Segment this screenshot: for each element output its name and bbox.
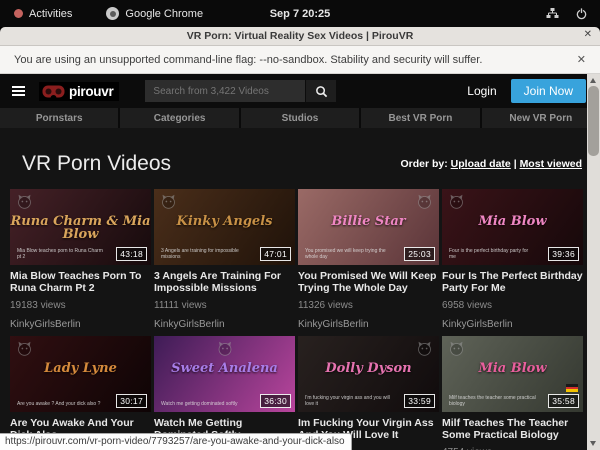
- studio-cat-watermark-icon: [416, 340, 433, 362]
- main-nav: PornstarsCategoriesStudiosBest VR PornNe…: [0, 108, 600, 128]
- scrollbar[interactable]: [587, 74, 600, 450]
- browser-title-bar: VR Porn: Virtual Reality Sex Videos | Pi…: [0, 27, 600, 46]
- video-title-link[interactable]: Mia Blow Teaches Porn To Runa Charm Pt 2: [10, 270, 151, 294]
- studio-cat-watermark-icon: [16, 340, 33, 362]
- video-thumbnail[interactable]: Mia Blow Four is the perfect birthday par…: [442, 189, 583, 265]
- warning-close-icon[interactable]: ✕: [577, 53, 586, 66]
- thumbnail-performer-name: Runa Charm & Mia Blow: [10, 215, 151, 241]
- page-title: VR Porn Videos: [22, 152, 171, 176]
- thumbnail-performer-name: Sweet Analena: [154, 362, 295, 375]
- search-input[interactable]: [145, 80, 305, 102]
- thumbnail-caption: Milf teaches the teacher some practical …: [449, 395, 536, 407]
- view-count: 19183 views: [10, 300, 151, 311]
- thumbnail-performer-name: Mia Blow: [442, 215, 583, 228]
- thumbnail-caption: Mia Blow teaches porn to Runa Charm pt 2: [17, 248, 104, 260]
- nav-item-new-vr-porn[interactable]: New VR Porn: [482, 108, 600, 128]
- order-separator: |: [514, 158, 517, 170]
- nav-item-studios[interactable]: Studios: [241, 108, 359, 128]
- thumbnail-caption: You promised we will keep trying the who…: [305, 248, 392, 260]
- duration-badge: 43:18: [116, 247, 147, 261]
- video-title-link[interactable]: Four Is The Perfect Birthday Party For M…: [442, 270, 583, 294]
- thumbnail-performer-name: Kinky Angels: [154, 215, 295, 228]
- join-now-button[interactable]: Join Now: [511, 79, 586, 103]
- search-icon: [315, 85, 328, 98]
- warning-text: You are using an unsupported command-lin…: [14, 54, 482, 66]
- studio-link[interactable]: KinkyGirlsBerlin: [442, 319, 583, 330]
- clock[interactable]: Sep 7 20:25: [0, 8, 600, 20]
- studio-cat-watermark-icon: [16, 193, 33, 215]
- duration-badge: 35:58: [548, 394, 579, 408]
- thumbnail-caption: Four is the perfect birthday party for m…: [449, 248, 536, 260]
- view-count: 11111 views: [154, 300, 295, 311]
- duration-badge: 25:03: [404, 247, 435, 261]
- menu-hamburger-icon[interactable]: [12, 86, 25, 96]
- studio-link[interactable]: KinkyGirlsBerlin: [154, 319, 295, 330]
- studio-cat-watermark-icon: [448, 193, 465, 215]
- video-title-link[interactable]: Milf Teaches The Teacher Some Practical …: [442, 417, 583, 441]
- video-grid: Runa Charm & Mia Blow Mia Blow teaches po…: [10, 189, 583, 450]
- search-button[interactable]: [306, 80, 336, 102]
- duration-badge: 36:30: [260, 394, 291, 408]
- logo-text: pirouvr: [69, 84, 113, 99]
- duration-badge: 47:01: [260, 247, 291, 261]
- thumbnail-caption: I'm fucking your virgin ass and you will…: [305, 395, 392, 407]
- video-card[interactable]: Mia Blow Four is the perfect birthday par…: [442, 189, 583, 336]
- thumbnail-performer-name: Mia Blow: [442, 362, 583, 375]
- site-logo[interactable]: pirouvr: [39, 82, 119, 101]
- nav-item-categories[interactable]: Categories: [120, 108, 238, 128]
- video-thumbnail[interactable]: Dolly Dyson I'm fucking your virgin ass a…: [298, 336, 439, 412]
- nav-item-best-vr-porn[interactable]: Best VR Porn: [361, 108, 479, 128]
- video-thumbnail[interactable]: Mia Blow Milf teaches the teacher some pr…: [442, 336, 583, 412]
- thumbnail-performer-name: Dolly Dyson: [298, 362, 439, 375]
- studio-cat-watermark-icon: [416, 193, 433, 215]
- order-by-controls: Order by: Upload date | Most viewed: [400, 158, 582, 170]
- view-count: 6958 views: [442, 300, 583, 311]
- unsupported-flag-warning-bar: You are using an unsupported command-lin…: [0, 46, 600, 74]
- window-title: VR Porn: Virtual Reality Sex Videos | Pi…: [187, 30, 414, 42]
- scroll-up-icon[interactable]: [590, 78, 596, 83]
- studio-cat-watermark-icon: [448, 340, 465, 362]
- thumbnail-performer-name: Billie Star: [298, 215, 439, 228]
- status-bar-url: https://pirouvr.com/vr-porn-video/779325…: [0, 433, 352, 450]
- order-by-most-viewed-link[interactable]: Most viewed: [520, 158, 582, 170]
- window-close-icon[interactable]: ✕: [584, 29, 592, 40]
- thumbnail-caption: Watch me getting dominated softly: [161, 401, 248, 407]
- video-card[interactable]: Runa Charm & Mia Blow Mia Blow teaches po…: [10, 189, 151, 336]
- video-thumbnail[interactable]: Billie Star You promised we will keep try…: [298, 189, 439, 265]
- thumbnail-caption: 3 Angels are training for impossible mis…: [161, 248, 248, 260]
- video-title-link[interactable]: 3 Angels Are Training For Impossible Mis…: [154, 270, 295, 294]
- video-card[interactable]: Mia Blow Milf teaches the teacher some pr…: [442, 336, 583, 450]
- thumbnail-performer-name: Lady Lyne: [10, 362, 151, 375]
- video-thumbnail[interactable]: Kinky Angels 3 Angels are training for im…: [154, 189, 295, 265]
- video-thumbnail[interactable]: Lady Lyne Are you awake ? And your dick a…: [10, 336, 151, 412]
- duration-badge: 39:36: [548, 247, 579, 261]
- video-thumbnail[interactable]: Sweet Analena Watch me getting dominated …: [154, 336, 295, 412]
- order-by-label: Order by:: [400, 158, 447, 170]
- scroll-down-icon[interactable]: [590, 441, 596, 446]
- scrollbar-thumb[interactable]: [588, 86, 599, 156]
- vr-goggles-icon: [42, 85, 65, 98]
- video-thumbnail[interactable]: Runa Charm & Mia Blow Mia Blow teaches po…: [10, 189, 151, 265]
- video-title-link[interactable]: You Promised We Will Keep Trying The Who…: [298, 270, 439, 294]
- german-flag-icon: [566, 384, 578, 392]
- studio-link[interactable]: KinkyGirlsBerlin: [10, 319, 151, 330]
- thumbnail-caption: Are you awake ? And your dick also ?: [17, 401, 104, 407]
- system-top-bar: Activities Google Chrome Sep 7 20:25: [0, 0, 600, 27]
- order-by-upload-date-link[interactable]: Upload date: [451, 158, 511, 170]
- video-card[interactable]: Kinky Angels 3 Angels are training for im…: [154, 189, 295, 336]
- duration-badge: 33:59: [404, 394, 435, 408]
- studio-cat-watermark-icon: [160, 193, 177, 215]
- video-card[interactable]: Billie Star You promised we will keep try…: [298, 189, 439, 336]
- studio-cat-watermark-icon: [216, 340, 233, 362]
- duration-badge: 30:17: [116, 394, 147, 408]
- login-link[interactable]: Login: [467, 84, 496, 98]
- nav-item-pornstars[interactable]: Pornstars: [0, 108, 118, 128]
- studio-link[interactable]: KinkyGirlsBerlin: [298, 319, 439, 330]
- browser-viewport: pirouvr Login Join Now PornstarsCategori…: [0, 74, 600, 450]
- site-header: pirouvr Login Join Now: [0, 74, 600, 108]
- view-count: 11326 views: [298, 300, 439, 311]
